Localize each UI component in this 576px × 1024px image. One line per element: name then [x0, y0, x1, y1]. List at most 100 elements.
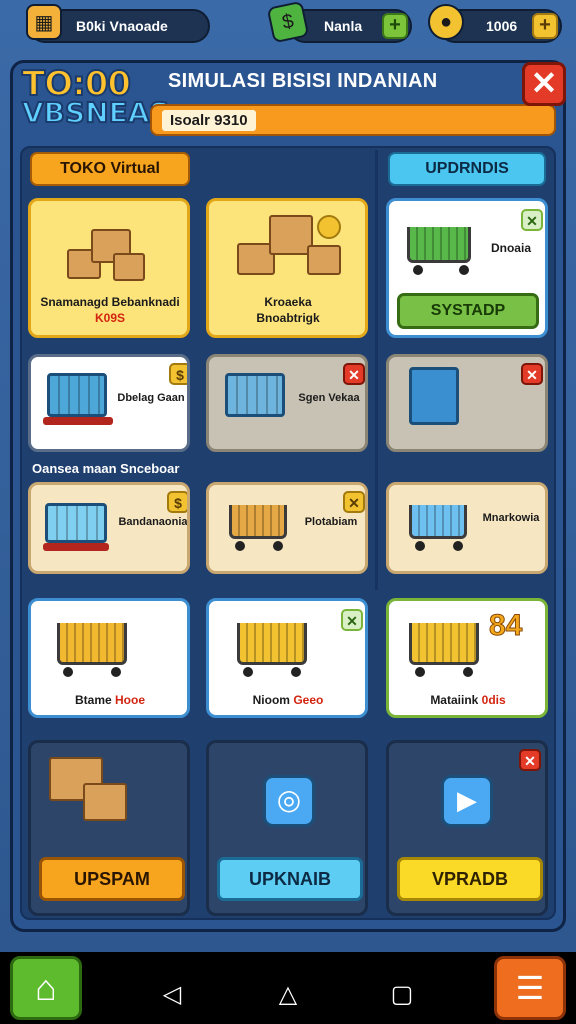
shop-card-crate-locked[interactable]: Sgen Vekaa ✕: [206, 354, 368, 452]
tab-upgrades[interactable]: UPDRNDIS: [388, 152, 546, 186]
card-price: K09S: [94, 311, 126, 325]
shopping-cart-icon: [229, 505, 287, 539]
upgrade-button-1[interactable]: UPSPAM: [39, 857, 185, 901]
menu-icon[interactable]: ☰: [494, 956, 566, 1020]
upgrade-card-ball-cart[interactable]: Mnarkowia: [386, 482, 548, 574]
card-title-price: 0dis: [481, 693, 506, 707]
app-icon: ◎: [263, 775, 315, 827]
shop-avatar-icon: ▦: [26, 4, 62, 40]
top-hud: B0ki Vnaoade ▦ Nanla + $ 1006 + ●: [0, 0, 576, 52]
card-title: Snamanagd Bebanknadi: [40, 295, 180, 309]
coin-icon: [317, 215, 341, 239]
shop-card-coin-cart[interactable]: ✕ Nioom Geeo: [206, 598, 368, 718]
wheel-icon: [463, 667, 473, 677]
shopping-cart-icon: [237, 623, 307, 665]
close-button[interactable]: ✕: [522, 62, 566, 106]
card-title-price: Geeo: [293, 693, 324, 707]
shop-card-boxes[interactable]: Snamanagd Bebanknadi K09S: [28, 198, 190, 338]
cash-label: Nanla: [324, 18, 363, 34]
box-icon: [307, 245, 341, 275]
box-icon: [83, 783, 127, 821]
back-icon[interactable]: ◁: [152, 980, 192, 1009]
play-icon: ▶: [441, 775, 493, 827]
shop-card-bread-cart[interactable]: Plotabiam ✕: [206, 482, 368, 574]
wheel-icon: [453, 541, 463, 551]
locked-icon: ✕: [343, 363, 365, 385]
cash-icon: $: [266, 0, 310, 44]
wheel-icon: [415, 541, 425, 551]
wheel-icon: [243, 667, 253, 677]
shop-card-crate-blue[interactable]: Dbelag Gaan $: [28, 354, 190, 452]
coins-count: 1006: [486, 18, 518, 34]
shopping-cart-icon: [409, 505, 467, 539]
storage-bin-icon: [409, 367, 459, 425]
crate-icon: [47, 373, 107, 417]
card-action-button[interactable]: SYSTADP: [397, 293, 539, 329]
coin-icon: ●: [428, 4, 464, 40]
card-title-text: Mataiink: [430, 693, 479, 707]
locked-icon: ✕: [519, 749, 541, 771]
upgrade-slot-boxes: UPSPAM: [28, 740, 190, 916]
wheel-icon: [459, 265, 469, 275]
locked-icon: ✕: [521, 363, 543, 385]
coin-badge-icon: $: [167, 491, 187, 513]
upgrade-slot-app: ◎ UPKNAIB: [206, 740, 368, 916]
card-title-price: Hooe: [115, 693, 146, 707]
wheel-icon: [63, 667, 73, 677]
section-label: Oansea maan Snceboar: [32, 461, 180, 476]
pallet-icon: [43, 543, 109, 551]
shopping-cart-icon: [57, 623, 127, 665]
shopping-cart-icon: [409, 623, 479, 665]
tools-icon: ✕: [343, 491, 365, 513]
tab-toko-virtual[interactable]: TOKO Virtual: [30, 152, 190, 186]
card-title: Dnoaia: [490, 241, 531, 255]
wheel-icon: [415, 667, 425, 677]
wheel-icon: [235, 541, 245, 551]
card-title-text: Nioom: [252, 693, 290, 707]
level-number: 84: [488, 609, 523, 643]
upgrade-card-fruit-cart[interactable]: 84 Mataiink 0dis: [386, 598, 548, 718]
card-title: Nioom Geeo: [213, 693, 363, 708]
upgrade-slot-play: ▶ ✕ VPRADB: [386, 740, 548, 916]
player-name: B0ki Vnaoade: [76, 18, 168, 34]
card-title-text: Btame: [74, 693, 112, 707]
wheel-icon: [111, 667, 121, 677]
crate-icon: [225, 373, 285, 417]
upgrade-card-cart[interactable]: Dnoaia ✕ SYSTADP: [386, 198, 548, 338]
card-title: Plotabiam: [304, 516, 358, 528]
shop-card-gold-cart[interactable]: Btame Hooe: [28, 598, 190, 718]
card-title: Kroaeka: [264, 295, 312, 309]
tools-icon: ✕: [341, 609, 363, 631]
card-title: Dbelag Gaan: [117, 392, 185, 404]
pallet-icon: [43, 417, 113, 425]
column-divider: [375, 150, 378, 590]
game-logo: TO:00 VBSNEAS: [21, 65, 171, 134]
coin-badge-icon: $: [169, 363, 187, 385]
box-icon: [113, 253, 145, 281]
card-title: Mnarkowia: [482, 512, 540, 524]
card-title: Mataiink 0dis: [393, 693, 543, 708]
shop-card-boxes-coins[interactable]: Kroaeka Bnoabtrigk: [206, 198, 368, 338]
wheel-icon: [413, 265, 423, 275]
tools-icon: ✕: [521, 209, 543, 231]
upgrade-card-bin[interactable]: ✕: [386, 354, 548, 452]
card-subtitle: Bnoabtrigk: [256, 311, 320, 325]
wheel-icon: [273, 541, 283, 551]
subtitle-text: Isoalr 9310: [162, 109, 256, 131]
crate-icon: [45, 503, 107, 543]
shopping-cart-icon: [407, 227, 471, 263]
home-icon[interactable]: ⌂: [10, 956, 82, 1020]
subtitle-bar: Isoalr 9310: [150, 104, 556, 136]
card-title: Sgen Vekaa: [298, 392, 360, 404]
page-title: SIMULASI BISISI INDANIAN: [168, 70, 438, 92]
card-title: Bandanaonia: [118, 516, 188, 528]
home-key-icon[interactable]: △: [268, 980, 308, 1009]
wheel-icon: [291, 667, 301, 677]
upgrade-button-2[interactable]: UPKNAIB: [217, 857, 363, 901]
add-coins-button[interactable]: +: [532, 13, 558, 39]
recent-apps-icon[interactable]: ▢: [382, 980, 422, 1009]
shop-card-water-crate[interactable]: Bandanaonia $: [28, 482, 190, 574]
add-cash-button[interactable]: +: [382, 13, 408, 39]
logo-line-2: VBSNEAS: [21, 96, 171, 129]
upgrade-button-3[interactable]: VPRADB: [397, 857, 543, 901]
